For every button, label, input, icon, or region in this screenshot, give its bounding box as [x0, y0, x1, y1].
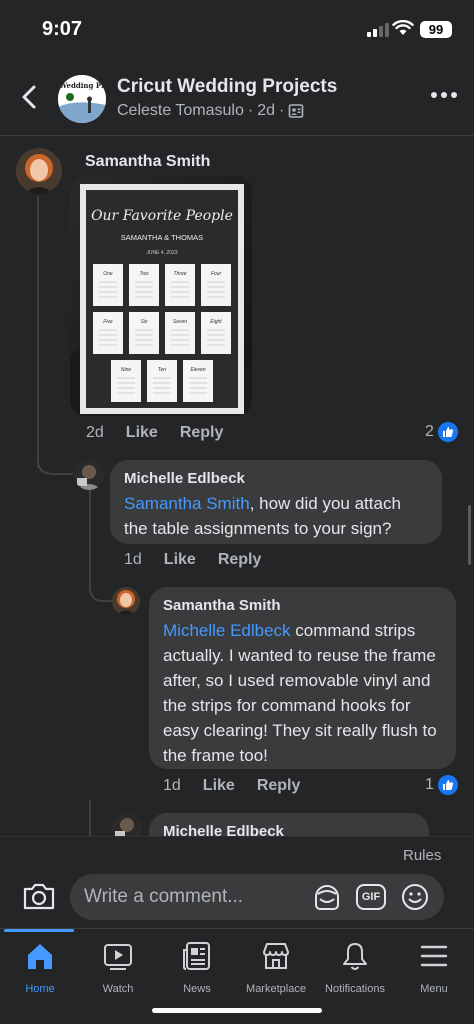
author-name[interactable]: Celeste Tomasulo	[117, 102, 244, 120]
comment-actions: 1d Like Reply	[163, 777, 300, 795]
more-options-button[interactable]	[430, 90, 458, 100]
tab-label: Notifications	[325, 983, 385, 995]
tab-notifications[interactable]: Notifications	[315, 939, 395, 995]
comment-actions: 2d Like Reply	[86, 424, 223, 442]
seating-card-label: Three	[173, 271, 186, 277]
group-name[interactable]: Cricut Wedding Projects	[117, 76, 337, 98]
seating-card-label: Seven	[173, 319, 187, 325]
photo-names: SAMANTHA & THOMAS	[121, 233, 203, 242]
comment-input-wrapper: GIF	[70, 874, 444, 920]
reply-button[interactable]: Reply	[257, 777, 301, 795]
comment-time: 1d	[163, 777, 181, 794]
comment-body: command strips actually. I wanted to reu…	[163, 621, 437, 765]
seating-card-label: Nine	[121, 367, 132, 373]
avatar[interactable]	[74, 460, 104, 490]
tab-label: Marketplace	[246, 983, 306, 995]
thread-connector	[37, 448, 73, 475]
post-header: Wedding Pr Cricut Wedding Projects Celes…	[0, 62, 474, 136]
bell-icon	[343, 943, 367, 970]
avatar-sticker-icon[interactable]	[312, 882, 342, 912]
avatar[interactable]	[16, 148, 62, 194]
tab-label: Home	[25, 983, 55, 995]
tab-marketplace[interactable]: Marketplace	[236, 939, 316, 995]
commenter-name[interactable]: Michelle Edlbeck	[124, 470, 428, 487]
comment-photo[interactable]: Our Favorite People SAMANTHA & THOMAS JU…	[70, 176, 252, 416]
home-icon	[28, 944, 52, 969]
wifi-icon	[392, 20, 414, 35]
comment-bubble[interactable]: Samantha Smith Michelle Edlbeck command …	[149, 587, 456, 769]
reply-button[interactable]: Reply	[218, 551, 262, 569]
group-avatar-text: Wedding Pr	[58, 81, 105, 90]
seating-card-label: Five	[103, 319, 113, 325]
emoji-icon[interactable]	[400, 882, 430, 912]
comment-bubble[interactable]: Michelle Edlbeck Samantha Smith, how did…	[110, 460, 442, 544]
seating-card-label: One	[103, 271, 113, 277]
tab-label: News	[183, 983, 211, 995]
scrollbar[interactable]	[468, 505, 471, 565]
like-button[interactable]: Like	[203, 777, 235, 795]
group-avatar[interactable]: Wedding Pr	[58, 75, 106, 123]
back-button[interactable]	[16, 82, 44, 112]
rules-link[interactable]: Rules	[403, 847, 441, 864]
mention-link[interactable]: Michelle Edlbeck	[163, 621, 291, 640]
commenter-name[interactable]: Samantha Smith	[163, 597, 442, 614]
home-indicator	[152, 1008, 322, 1013]
seating-card-label: Four	[211, 271, 222, 277]
reaction-count[interactable]: 2	[425, 422, 458, 442]
reply-button[interactable]: Reply	[180, 424, 224, 442]
comment-text: Michelle Edlbeck command strips actually…	[163, 618, 442, 768]
active-tab-indicator	[4, 929, 74, 932]
comment-input[interactable]	[84, 874, 304, 920]
signal-icon	[367, 23, 389, 37]
post-meta: Celeste Tomasulo · 2d ·	[117, 102, 304, 120]
seating-card-label: Six	[141, 319, 148, 325]
photo-date: JUNE 4, 2023	[146, 250, 177, 256]
mention-link[interactable]: Samantha Smith	[124, 494, 250, 513]
comment-time: 2d	[86, 424, 104, 441]
reaction-count[interactable]: 1	[425, 775, 458, 795]
camera-button[interactable]	[22, 881, 56, 911]
thread-line	[37, 196, 39, 468]
post-age: 2d	[257, 102, 276, 119]
seating-card-label: Ten	[158, 367, 166, 373]
watch-icon	[104, 944, 132, 970]
marketplace-icon	[263, 943, 289, 969]
avatar[interactable]	[112, 587, 140, 615]
seating-card-label: Two	[139, 271, 148, 277]
like-button[interactable]: Like	[164, 551, 196, 569]
like-icon	[437, 775, 458, 795]
comment-text: Samantha Smith, how did you attach the t…	[124, 491, 428, 541]
battery-icon: 99	[420, 21, 452, 38]
tab-menu[interactable]: Menu	[394, 939, 474, 995]
tab-news[interactable]: News	[157, 939, 237, 995]
like-icon	[437, 422, 458, 442]
tab-label: Menu	[420, 983, 448, 995]
thread-line-reply-2	[89, 800, 91, 836]
tab-home[interactable]: Home	[0, 939, 80, 995]
commenter-name[interactable]: Samantha Smith	[85, 153, 210, 171]
like-button[interactable]: Like	[126, 424, 158, 442]
photo-title: Our Favorite People	[91, 208, 233, 224]
reaction-number: 1	[425, 776, 434, 793]
status-time: 9:07	[42, 18, 83, 40]
tab-label: Watch	[102, 983, 134, 995]
gif-button[interactable]: GIF	[356, 884, 386, 910]
comment-actions: 1d Like Reply	[124, 551, 261, 569]
meta-separator-2: ·	[279, 102, 285, 119]
reaction-number: 2	[425, 423, 434, 440]
tab-watch[interactable]: Watch	[78, 939, 158, 995]
news-icon	[183, 942, 210, 970]
comment-time: 1d	[124, 551, 142, 568]
seating-card-label: Eleven	[190, 367, 206, 373]
gif-label: GIF	[361, 891, 381, 903]
group-privacy-icon	[289, 104, 304, 118]
seating-card-label: Eight	[210, 319, 222, 325]
thread-connector-reply	[89, 575, 113, 602]
hamburger-icon	[420, 945, 448, 967]
meta-separator: ·	[247, 102, 254, 119]
status-bar: 9:07 99	[0, 0, 474, 60]
